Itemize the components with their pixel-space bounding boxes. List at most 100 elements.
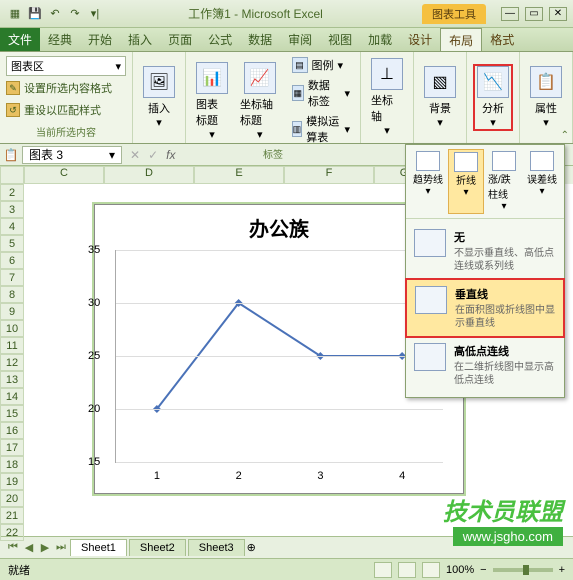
column-header[interactable]: D (104, 166, 194, 184)
chevron-down-icon: ▾ (543, 116, 549, 129)
page-layout-view-button[interactable] (398, 562, 416, 578)
tab-view[interactable]: 视图 (320, 28, 360, 51)
zoom-in-button[interactable]: + (559, 564, 565, 576)
tab-page[interactable]: 页面 (160, 28, 200, 51)
analysis-icon: 📉 (477, 66, 509, 98)
data-labels-button[interactable]: ▦数据标签 ▾ (288, 76, 354, 110)
redo-icon[interactable]: ↷ (66, 5, 84, 23)
sheet-nav-next[interactable]: ▶ (38, 541, 52, 554)
column-header[interactable]: F (284, 166, 374, 184)
row-header[interactable]: 15 (0, 405, 24, 422)
row-header[interactable]: 20 (0, 490, 24, 507)
row-header[interactable]: 17 (0, 439, 24, 456)
sheet-tab-3[interactable]: Sheet3 (188, 539, 245, 556)
reset-style-button[interactable]: ↺ 重设以匹配样式 (6, 100, 101, 120)
sheet-nav-last[interactable]: ⏭ (54, 541, 68, 554)
tab-format[interactable]: 格式 (482, 28, 522, 51)
normal-view-button[interactable] (374, 562, 392, 578)
row-header[interactable]: 8 (0, 286, 24, 303)
tab-home[interactable]: 开始 (80, 28, 120, 51)
confirm-formula-icon[interactable]: ✓ (148, 148, 158, 162)
row-header[interactable]: 12 (0, 354, 24, 371)
sheet-tab-2[interactable]: Sheet2 (129, 539, 186, 556)
sheet-tab-1[interactable]: Sheet1 (70, 539, 127, 556)
data-table-button[interactable]: ▥模拟运算表 ▾ (288, 112, 354, 146)
tab-classic[interactable]: 经典 (40, 28, 80, 51)
row-headers: 2345678910111213141516171819202122 (0, 166, 24, 536)
error-bars-button[interactable]: 误差线▾ (524, 149, 560, 214)
y-tick-label: 15 (88, 456, 100, 468)
format-selection-button[interactable]: ✎ 设置所选内容格式 (6, 78, 112, 98)
lines-button[interactable]: 折线▾ (448, 149, 484, 214)
row-header[interactable]: 10 (0, 320, 24, 337)
tab-file[interactable]: 文件 (0, 28, 40, 51)
tab-review[interactable]: 审阅 (280, 28, 320, 51)
column-header[interactable]: C (24, 166, 104, 184)
zoom-slider[interactable] (493, 568, 553, 572)
plot-area[interactable]: 15202530351234 (115, 250, 443, 463)
watermark: 技术员联盟 www.jsgho.com (443, 492, 563, 546)
y-tick-label: 30 (88, 297, 100, 309)
chart-title-button[interactable]: 📊 图表标题 ▾ (192, 60, 232, 143)
tab-insert[interactable]: 插入 (120, 28, 160, 51)
legend-button[interactable]: ▤图例 ▾ (288, 56, 354, 74)
tab-layout[interactable]: 布局 (440, 28, 482, 51)
name-box[interactable]: 图表 3 ▾ (22, 146, 122, 164)
row-header[interactable]: 7 (0, 269, 24, 286)
fx-icon[interactable]: fx (166, 148, 175, 162)
updown-bars-button[interactable]: 涨/跌柱线▾ (486, 149, 522, 214)
axes-button[interactable]: ⊥ 坐标轴 ▾ (367, 56, 407, 139)
row-header[interactable]: 6 (0, 252, 24, 269)
option-high-low-lines[interactable]: 高低点连线 在二维折线图中显示高低点连线 (406, 337, 564, 393)
trendline-button[interactable]: 趋势线▾ (410, 149, 446, 214)
save-icon[interactable]: 💾 (26, 5, 44, 23)
tab-formula[interactable]: 公式 (200, 28, 240, 51)
page-break-view-button[interactable] (422, 562, 440, 578)
row-header[interactable]: 4 (0, 218, 24, 235)
row-header[interactable]: 21 (0, 507, 24, 524)
row-header[interactable]: 2 (0, 184, 24, 201)
paste-icon[interactable]: 📋 (0, 148, 22, 162)
lines-options: 无 不显示垂直线、高低点连线或系列线 垂直线 在面积图或折线图中显示垂直线 高低… (406, 219, 564, 397)
row-header[interactable]: 3 (0, 201, 24, 218)
undo-icon[interactable]: ↶ (46, 5, 64, 23)
cancel-formula-icon[interactable]: ✕ (130, 148, 140, 162)
row-header[interactable]: 5 (0, 235, 24, 252)
minimize-button[interactable]: — (501, 7, 519, 21)
qat-more-icon[interactable]: ▾| (86, 5, 104, 23)
row-header[interactable]: 16 (0, 422, 24, 439)
tab-design[interactable]: 设计 (400, 28, 440, 51)
excel-icon[interactable]: ▦ (6, 5, 24, 23)
group-current-selection: 图表区 ▾ ✎ 设置所选内容格式 ↺ 重设以匹配样式 当前所选内容 (0, 52, 133, 143)
tab-addins[interactable]: 加载 (360, 28, 400, 51)
properties-button[interactable]: 📋 属性 ▾ (526, 64, 566, 131)
background-button[interactable]: ▧ 背景 ▾ (420, 64, 460, 131)
axis-title-button[interactable]: 📈 坐标轴标题 ▾ (236, 60, 284, 143)
chart-element-selector[interactable]: 图表区 ▾ (6, 56, 126, 76)
option-drop-lines[interactable]: 垂直线 在面积图或折线图中显示垂直线 (405, 278, 565, 338)
new-sheet-button[interactable]: ⊕ (247, 541, 256, 554)
row-header[interactable]: 19 (0, 473, 24, 490)
row-header[interactable]: 9 (0, 303, 24, 320)
column-header[interactable]: E (194, 166, 284, 184)
analysis-button[interactable]: 📉 分析 ▾ (473, 64, 513, 131)
row-header[interactable]: 13 (0, 371, 24, 388)
sheet-nav-first[interactable]: ⏮ (6, 541, 20, 554)
tab-data[interactable]: 数据 (240, 28, 280, 51)
row-header[interactable]: 14 (0, 388, 24, 405)
option-none[interactable]: 无 不显示垂直线、高低点连线或系列线 (406, 223, 564, 279)
row-header[interactable]: 22 (0, 524, 24, 541)
drop-lines-icon (415, 286, 447, 314)
maximize-button[interactable]: ▭ (525, 7, 543, 21)
close-button[interactable]: ✕ (549, 7, 567, 21)
zoom-level[interactable]: 100% (446, 564, 474, 576)
zoom-out-button[interactable]: − (480, 564, 486, 576)
ribbon-collapse-icon[interactable]: ⌃ (561, 130, 569, 141)
insert-button[interactable]: 🖼 插入 ▾ (139, 64, 179, 131)
row-header[interactable]: 18 (0, 456, 24, 473)
analysis-dropdown: 趋势线▾ 折线▾ 涨/跌柱线▾ 误差线▾ 无 不显示垂直线、高低点连线或系列线 … (405, 144, 565, 398)
sheet-nav-prev[interactable]: ◀ (22, 541, 36, 554)
background-icon: ▧ (424, 66, 456, 98)
row-header[interactable]: 11 (0, 337, 24, 354)
window-title: 工作簿1 - Microsoft Excel (104, 5, 407, 22)
